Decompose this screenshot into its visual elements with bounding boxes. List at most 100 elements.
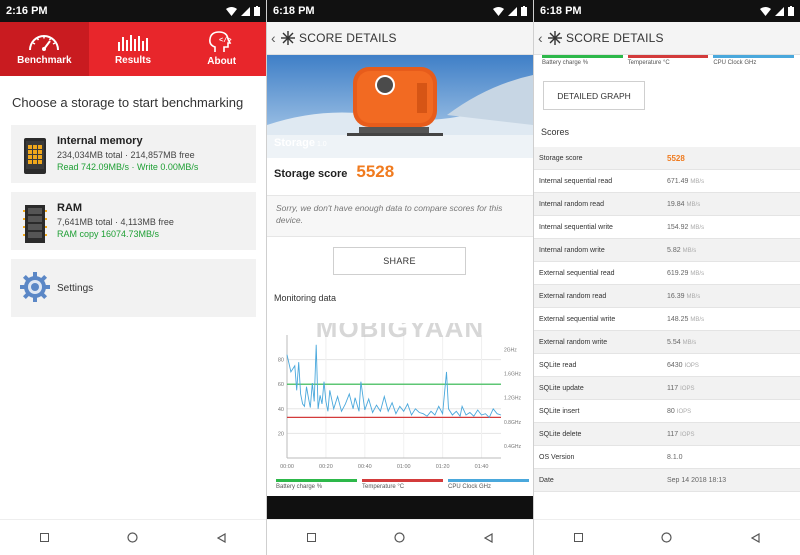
y-tick-label: 80: [278, 358, 284, 364]
score-value: 148.25: [667, 315, 689, 323]
score-value-cell: 5528: [667, 154, 687, 163]
score-value: 117: [667, 430, 679, 438]
score-value-cell: 5.82 MB/s: [667, 247, 696, 254]
square-icon: [306, 533, 316, 542]
score-row: Storage score 5528: [534, 147, 800, 170]
back-button[interactable]: [743, 525, 769, 551]
score-value-cell: 148.25 MB/s: [667, 316, 704, 323]
circle-icon: [127, 532, 139, 543]
score-unit: IOPS: [684, 362, 699, 369]
score-value-cell: 117 IOPS: [667, 431, 695, 438]
monitoring-title: Monitoring data: [274, 293, 337, 303]
score-unit: MB/s: [690, 178, 705, 185]
y-tick-label: 40: [278, 407, 284, 413]
x-tick-label: 00:40: [358, 464, 372, 470]
tab-benchmark[interactable]: Benchmark: [0, 22, 89, 76]
back-arrow-icon[interactable]: ‹: [271, 30, 281, 46]
score-unit: MB/s: [682, 247, 697, 254]
score-unit: MB/s: [686, 201, 701, 208]
legend-temperature: Temperature °C: [362, 479, 443, 495]
score-row: Internal random write 5.82 MB/s: [534, 239, 800, 262]
recents-button[interactable]: [31, 525, 57, 551]
hero-version: 1.0: [316, 141, 327, 148]
score-row: External random read 16.39 MB/s: [534, 285, 800, 308]
hero-title-text: Storage: [274, 137, 315, 149]
snowflake-icon: [281, 31, 295, 45]
navigation-bar: [267, 519, 533, 555]
score-row: Date Sep 14 2018 18:13: [534, 469, 800, 492]
score-unit: MB/s: [682, 339, 697, 346]
score-unit: MB/s: [686, 293, 701, 300]
legend-battery: Battery charge %: [542, 55, 623, 71]
score-value: 5.82: [667, 246, 681, 254]
detailed-graph-button[interactable]: DETAILED GRAPH: [543, 81, 645, 110]
score-value: 16.39: [667, 292, 685, 300]
home-button[interactable]: [387, 525, 413, 551]
score-unit: IOPS: [680, 431, 695, 438]
card-performance: Read 742.09MB/s · Write 0.00MB/s: [57, 162, 199, 172]
scores-title: Scores: [541, 127, 570, 137]
settings-card[interactable]: Settings: [11, 259, 256, 317]
back-button[interactable]: [209, 525, 235, 551]
card-title: Internal memory: [57, 135, 143, 147]
score-value: 19.84: [667, 200, 685, 208]
home-button[interactable]: [654, 525, 680, 551]
signal-icon: [241, 6, 250, 16]
chart-legend: Battery charge % Temperature °C CPU Cloc…: [276, 479, 529, 495]
status-bar: 2:16 PM: [0, 0, 266, 22]
score-row: SQLite read 6430 IOPS: [534, 354, 800, 377]
wifi-icon: [493, 6, 504, 16]
recents-button[interactable]: [298, 525, 324, 551]
recents-button[interactable]: [565, 525, 591, 551]
legend-label: Temperature °C: [627, 60, 670, 66]
wifi-icon: [760, 6, 771, 16]
card-performance: RAM copy 16074.73MB/s: [57, 229, 160, 239]
score-value-cell: 8.1.0: [667, 454, 685, 461]
share-button[interactable]: SHARE: [333, 247, 466, 275]
head-code-icon: </>: [208, 31, 231, 52]
score-row: Internal sequential write 154.92 MB/s: [534, 216, 800, 239]
score-row: External sequential read 619.29 MB/s: [534, 262, 800, 285]
bar-chart-icon: [118, 35, 148, 51]
score-row: SQLite insert 80 IOPS: [534, 400, 800, 423]
legend-label: CPU Clock GHz: [713, 60, 757, 66]
battery-icon: [788, 6, 794, 16]
legend-label: Temperature °C: [362, 484, 405, 490]
y2-tick-label: 0.4GHz: [504, 444, 521, 450]
navigation-bar: [534, 519, 800, 555]
legend-cpu-clock: CPU Clock GHz: [448, 479, 529, 495]
score-value: 6430: [667, 361, 683, 369]
signal-icon: [775, 6, 784, 16]
tab-results[interactable]: Results: [89, 22, 178, 76]
score-value-cell: 619.29 MB/s: [667, 270, 704, 277]
score-value: 5528: [356, 162, 395, 181]
square-icon: [573, 533, 583, 542]
screen-title: SCORE DETAILS: [566, 31, 664, 45]
score-row: External random write 5.54 MB/s: [534, 331, 800, 354]
score-key: Internal random write: [539, 246, 605, 254]
tab-results-label: Results: [114, 55, 152, 66]
back-button[interactable]: [476, 525, 502, 551]
score-value: Sep 14 2018 18:13: [667, 476, 727, 484]
score-key: External random read: [539, 292, 607, 300]
score-row: External sequential write 148.25 MB/s: [534, 308, 800, 331]
score-key: SQLite read: [539, 361, 577, 369]
tab-about[interactable]: </> About: [177, 22, 266, 76]
back-arrow-icon[interactable]: ‹: [538, 30, 548, 46]
score-key: SQLite update: [539, 384, 584, 392]
triangle-back-icon: [217, 532, 226, 543]
circle-icon: [661, 532, 673, 543]
score-label: Storage score: [274, 168, 348, 180]
score-key: SQLite insert: [539, 407, 580, 415]
internal-memory-card[interactable]: Internal memory 234,034MB total · 214,85…: [11, 125, 256, 183]
score-value-cell: Sep 14 2018 18:13: [667, 477, 728, 484]
home-button[interactable]: [120, 525, 146, 551]
legend-battery: Battery charge %: [276, 479, 357, 495]
ram-card[interactable]: RAM 7,641MB total · 4,113MB free RAM cop…: [11, 192, 256, 250]
score-key: OS Version: [539, 453, 575, 461]
card-capacity: 7,641MB total · 4,113MB free: [57, 217, 174, 227]
battery-icon: [254, 6, 260, 16]
comparison-notice: Sorry, we don't have enough data to comp…: [267, 195, 533, 237]
benchmark-screen: 2:16 PM Benchmark Results </> About Choo…: [0, 0, 266, 555]
triangle-back-icon: [484, 532, 493, 543]
